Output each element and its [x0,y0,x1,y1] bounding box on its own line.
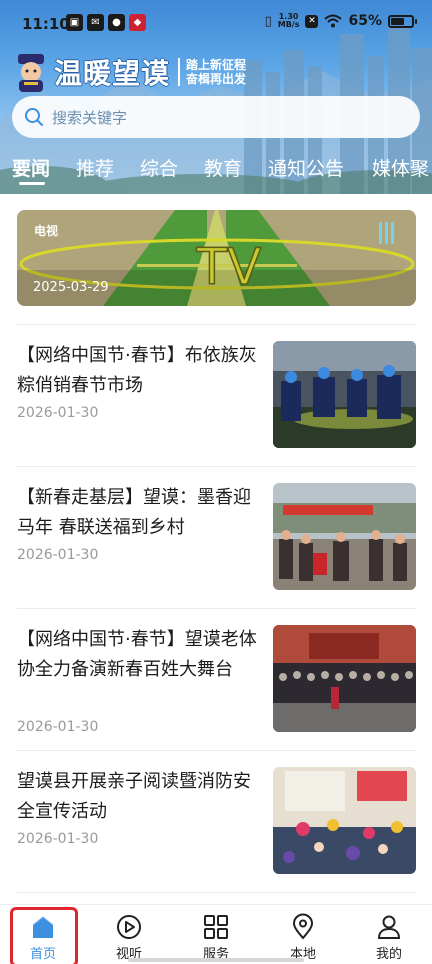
bottom-navigation: 首页 视听 服务 本地 我的 [0,904,432,964]
app-header: 11:10 ▣ ✉ ● ◆ ▯ 1.30 MB/s ✕ 65% 温暖望谟 踏上新… [0,0,432,194]
user-icon [377,915,401,939]
slogan-line: 踏上新征程 [186,58,247,72]
network-speed: 1.30 MB/s [278,13,300,29]
news-feed[interactable]: TV 电视 2025-03-29 【网络中国节·春节】布依族灰粽俏销春节市场 2… [0,194,432,904]
news-title: 望谟县开展亲子阅读暨消防安全宣传活动 [17,771,251,822]
search-placeholder: 搜索关键字 [52,108,128,127]
status-bar: 11:10 ▣ ✉ ● ◆ ▯ 1.30 MB/s ✕ 65% [0,0,432,48]
app-notification-icon: ▣ [66,14,83,31]
news-title: 【网络中国节·春节】望谟老体协全力备演新春百姓大舞台 [17,629,257,680]
mail-icon: ✉ [87,14,104,31]
nav-media[interactable]: 视听 [86,905,172,964]
news-item[interactable]: 【新春走基层】望谟：墨香迎马年 春联送福到乡村 2026-01-30 [17,466,416,608]
news-item[interactable]: 望谟县开展亲子阅读暨消防安全宣传活动 2026-01-30 [17,750,416,892]
news-date: 2026-01-30 [17,719,99,735]
audio-bars-icon [379,222,394,244]
status-time: 11:10 [22,15,70,33]
wifi-icon [324,14,343,28]
category-tabs: 要闻 推荐 综合 教育 通知公告 媒体聚 [0,150,432,194]
news-date: 2026-01-30 [17,831,99,847]
news-title: 【网络中国节·春节】布依族灰粽俏销春节市场 [17,345,257,396]
app-name: 温暖望谟 [54,57,171,90]
tv-logo: TV [195,237,262,296]
banner-tag: 电视 [34,224,59,238]
active-tab-indicator [19,182,45,185]
app-notification-icon: ● [108,14,125,31]
news-date: 2026-01-30 [17,547,99,563]
tab-notices[interactable]: 通知公告 [268,154,344,181]
status-right: ▯ 1.30 MB/s ✕ 65% [264,13,417,29]
banner-date: 2025-03-29 [33,280,109,295]
mascot-icon [18,54,44,92]
network-speed-unit: MB/s [277,20,300,29]
news-title: 【新春走基层】望谟：墨香迎马年 春联送福到乡村 [17,487,251,538]
news-item[interactable]: 【网络中国节·春节】布依族灰粽俏销春节市场 2026-01-30 [17,324,416,466]
nav-profile[interactable]: 我的 [346,905,432,964]
news-thumbnail [273,767,416,874]
news-item[interactable]: 【网络中国节·春节】望谟老体协全力备演新春百姓大舞台 2026-01-30 [17,608,416,750]
play-circle-icon [117,915,141,939]
tab-news[interactable]: 要闻 [12,154,50,181]
tv-banner[interactable]: TV 电视 2025-03-29 [17,210,416,306]
search-icon [25,108,43,126]
nav-local[interactable]: 本地 [260,905,346,964]
nav-services[interactable]: 服务 [173,905,259,964]
location-pin-icon [292,913,314,940]
search-bar[interactable]: 搜索关键字 [12,96,420,138]
tab-media[interactable]: 媒体聚 [372,154,429,181]
grid-icon [204,915,228,939]
battery-percent: 65% [348,13,382,29]
slogan-line: 奋楫再出发 [186,72,247,86]
no-sim-icon: ✕ [305,14,319,28]
tab-general[interactable]: 综合 [140,154,178,181]
news-thumbnail [273,341,416,448]
app-notification-icon: ◆ [129,14,146,31]
brand-logo: 温暖望谟 踏上新征程 奋楫再出发 [12,52,246,92]
news-date: 2026-01-30 [17,405,99,421]
tab-education[interactable]: 教育 [204,154,242,181]
news-thumbnail [273,483,416,590]
tab-recommend[interactable]: 推荐 [76,154,114,181]
vibrate-icon: ▯ [264,13,272,29]
highlight-box [10,907,78,964]
home-indicator [128,958,304,962]
battery-icon [388,14,417,28]
tv-logo-text: TV [196,238,262,296]
slogan: 踏上新征程 奋楫再出发 [178,58,246,86]
notification-icons: ▣ ✉ ● ◆ [66,14,146,31]
divider [17,892,416,893]
nav-label: 我的 [375,947,402,962]
news-thumbnail [273,625,416,732]
